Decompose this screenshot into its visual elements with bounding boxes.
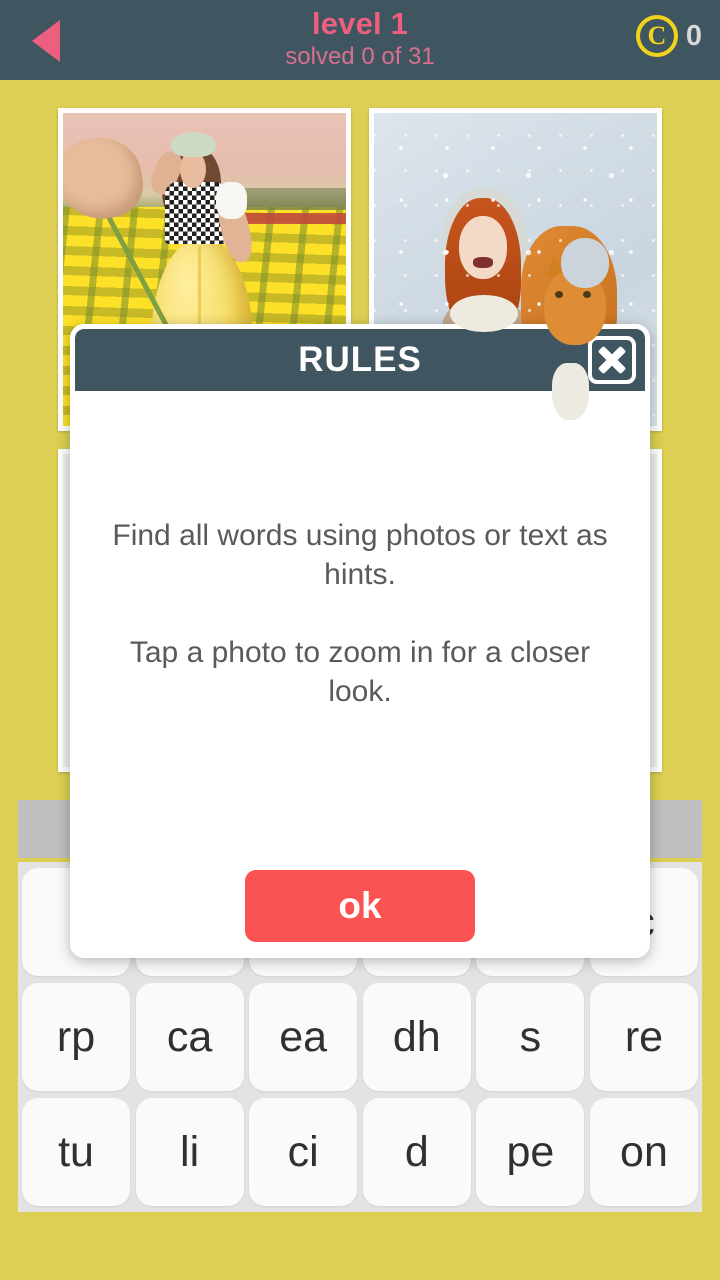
coin-icon: C — [635, 15, 678, 57]
girl-mouth — [473, 256, 493, 268]
ok-button[interactable]: ok — [245, 870, 475, 942]
girl-face — [458, 216, 507, 279]
key-tile[interactable]: on — [589, 1098, 698, 1206]
coin-count-value: 0 — [685, 19, 702, 52]
key-tile[interactable]: li — [135, 1098, 244, 1206]
rules-line-1: Find all words using photos or text as h… — [112, 519, 608, 591]
page-title: level 1 — [311, 6, 409, 41]
key-tile[interactable]: dh — [362, 983, 471, 1091]
key-tile[interactable]: re — [589, 983, 698, 1091]
key-tile[interactable]: ci — [249, 1098, 358, 1206]
key-tile[interactable]: d — [362, 1098, 471, 1206]
top-header-bar: level 1 solved 0 of 31 C 0 — [0, 0, 720, 80]
girl-scarf — [450, 294, 519, 333]
woman-beret — [170, 131, 216, 157]
cat-paw — [552, 363, 590, 420]
woman-sleeve — [215, 181, 247, 220]
header-title-group: level 1 solved 0 of 31 — [0, 6, 720, 72]
key-row-3: tu li ci d pe on — [22, 1098, 698, 1206]
rules-text-block: Find all words using photos or text as h… — [111, 516, 609, 711]
key-tile[interactable]: s — [476, 983, 585, 1091]
rules-dialog-body: Find all words using photos or text as h… — [75, 391, 645, 953]
key-tile[interactable]: rp — [22, 983, 130, 1091]
solved-progress-text: solved 0 of 31 — [285, 43, 435, 70]
girl-mitten — [560, 238, 609, 289]
rules-dialog: RULES Find all words using photos or tex… — [70, 324, 650, 958]
key-tile[interactable]: tu — [22, 1098, 130, 1206]
key-tile[interactable]: pe — [476, 1098, 585, 1206]
rules-line-2: Tap a photo to zoom in for a closer look… — [129, 636, 591, 708]
key-tile[interactable]: ca — [135, 983, 244, 1091]
coin-counter[interactable]: C 0 — [635, 15, 702, 57]
key-row-2: rp ca ea dh s re — [22, 983, 698, 1091]
rules-dialog-title: RULES — [298, 340, 422, 379]
close-x-icon[interactable] — [588, 336, 636, 384]
key-tile[interactable]: ea — [249, 983, 358, 1091]
